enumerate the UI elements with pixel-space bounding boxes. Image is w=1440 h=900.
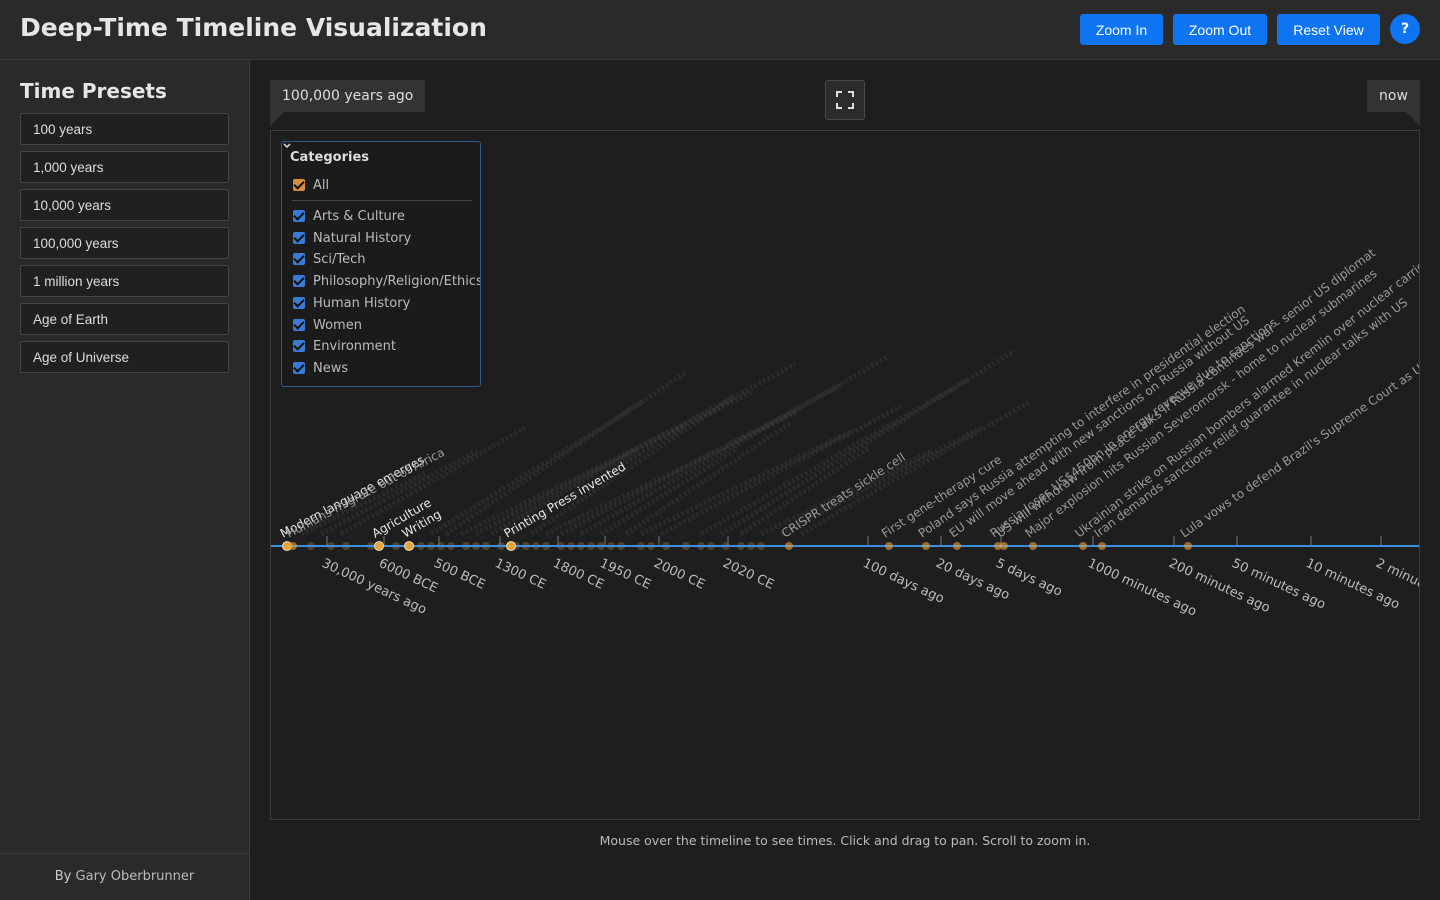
checkbox[interactable]	[293, 210, 305, 222]
category-label: Arts & Culture	[313, 208, 405, 224]
event-dot[interactable]	[1184, 542, 1192, 550]
reset-view-button[interactable]: Reset View	[1277, 14, 1380, 45]
checkbox[interactable]	[293, 340, 305, 352]
checkbox-all[interactable]	[293, 179, 305, 191]
timeline-event[interactable]: Major explosion hits Russian Severomorsk…	[1022, 266, 1380, 550]
category-human-history[interactable]: Human History	[293, 294, 410, 312]
category-natural-history[interactable]: Natural History	[293, 229, 411, 247]
event-dot[interactable]	[953, 542, 961, 550]
event-dot[interactable]	[1098, 542, 1106, 550]
preset-1000-years[interactable]: 1,000 years	[20, 151, 229, 183]
tick-label: 500 BCE	[431, 556, 487, 593]
timeline-event[interactable]: US will withdraw from peace talks if Rus…	[993, 246, 1378, 550]
category-label: News	[313, 360, 349, 376]
category-label: Human History	[313, 295, 411, 311]
checkbox[interactable]	[293, 253, 305, 265]
sidebar-footer: By Gary Oberbrunner	[0, 853, 249, 900]
categories-panel: Categories All Arts & Culture Natural Hi…	[281, 141, 481, 387]
checkbox[interactable]	[293, 319, 305, 331]
footer-prefix: By	[54, 869, 72, 884]
tick-label: 1300 CE	[492, 556, 548, 593]
usage-hint: Mouse over the timeline to see times. Cl…	[599, 833, 1091, 848]
category-women[interactable]: Women	[293, 316, 362, 334]
event-dot[interactable]	[404, 541, 414, 551]
range-start-pointer	[270, 112, 284, 126]
event-dot[interactable]	[1079, 542, 1087, 550]
category-news[interactable]: News	[293, 359, 348, 377]
preset-age-of-earth[interactable]: Age of Earth	[20, 303, 229, 335]
event-dot[interactable]	[885, 542, 893, 550]
category-label: Natural History	[313, 230, 412, 246]
app-title: Deep-Time Timeline Visualization	[20, 13, 487, 42]
category-environment[interactable]: Environment	[293, 337, 396, 355]
faded-event-label	[579, 354, 889, 537]
checkbox[interactable]	[293, 275, 305, 287]
event-label: Printing Press invented	[502, 459, 629, 540]
category-sci-tech[interactable]: Sci/Tech	[293, 250, 366, 268]
tick-label: 30,000 years ago	[319, 556, 428, 618]
event-label: Major explosion hits Russian Severomorsk…	[1022, 266, 1379, 540]
preset-100-years[interactable]: 100 years	[20, 113, 229, 145]
checkbox[interactable]	[293, 297, 305, 309]
categories-divider	[292, 200, 472, 201]
categories-title: Categories	[290, 150, 370, 165]
timeline-event[interactable]: Poland says Russia attempting to interfe…	[916, 302, 1248, 550]
help-button[interactable]: ?	[1390, 14, 1420, 44]
tick-label: 100 days ago	[860, 556, 946, 607]
fullscreen-button[interactable]	[825, 80, 865, 120]
range-end-label: now	[1367, 80, 1420, 112]
range-end-pointer	[1406, 112, 1420, 126]
sidebar-title: Time Presets	[20, 79, 167, 103]
fullscreen-icon	[836, 91, 854, 109]
category-label: Women	[313, 317, 362, 333]
preset-10000-years[interactable]: 10,000 years	[20, 189, 229, 221]
category-arts-culture[interactable]: Arts & Culture	[293, 207, 405, 225]
preset-age-of-universe[interactable]: Age of Universe	[20, 341, 229, 373]
category-label: Sci/Tech	[313, 251, 366, 267]
preset-100000-years[interactable]: 100,000 years	[20, 227, 229, 259]
preset-1-million-years[interactable]: 1 million years	[20, 265, 229, 297]
chevron-down-icon[interactable]	[282, 142, 292, 150]
category-label: All	[313, 177, 330, 193]
category-label: Environment	[313, 338, 397, 354]
category-label: Philosophy/Religion/Ethics	[313, 273, 481, 289]
tick-label: 1950 CE	[597, 556, 653, 593]
category-philosophy[interactable]: Philosophy/Religion/Ethics	[293, 272, 481, 290]
author-link[interactable]: Gary Oberbrunner	[76, 869, 195, 884]
event-dot[interactable]	[1000, 542, 1008, 550]
zoom-in-button[interactable]: Zoom In	[1080, 14, 1163, 45]
tick-label: 2000 CE	[651, 556, 707, 593]
event-label: Poland says Russia attempting to interfe…	[916, 302, 1248, 540]
event-dot[interactable]	[506, 541, 516, 551]
app-header: Deep-Time Timeline Visualization Zoom In…	[0, 0, 1440, 60]
faded-event-label	[659, 404, 903, 537]
event-dot[interactable]	[922, 542, 930, 550]
event-dot[interactable]	[1029, 542, 1037, 550]
sidebar: Time Presets 100 years 1,000 years 10,00…	[0, 60, 250, 900]
tick-label: 2020 CE	[720, 556, 776, 593]
timeline-canvas[interactable]: 30,000 years ago 6000 BCE 500 BCE 1300 CE 18…	[270, 130, 1420, 820]
event-dot[interactable]	[785, 542, 793, 550]
checkbox[interactable]	[293, 232, 305, 244]
checkbox[interactable]	[293, 362, 305, 374]
tick-label: 1800 CE	[550, 556, 606, 593]
range-start-label: 100,000 years ago	[270, 80, 426, 112]
zoom-out-button[interactable]: Zoom Out	[1173, 14, 1267, 45]
event-dot[interactable]	[374, 541, 384, 551]
event-dot[interactable]	[289, 542, 297, 550]
category-all[interactable]: All	[293, 176, 329, 194]
event-label: US will withdraw from peace talks if Rus…	[993, 246, 1378, 541]
